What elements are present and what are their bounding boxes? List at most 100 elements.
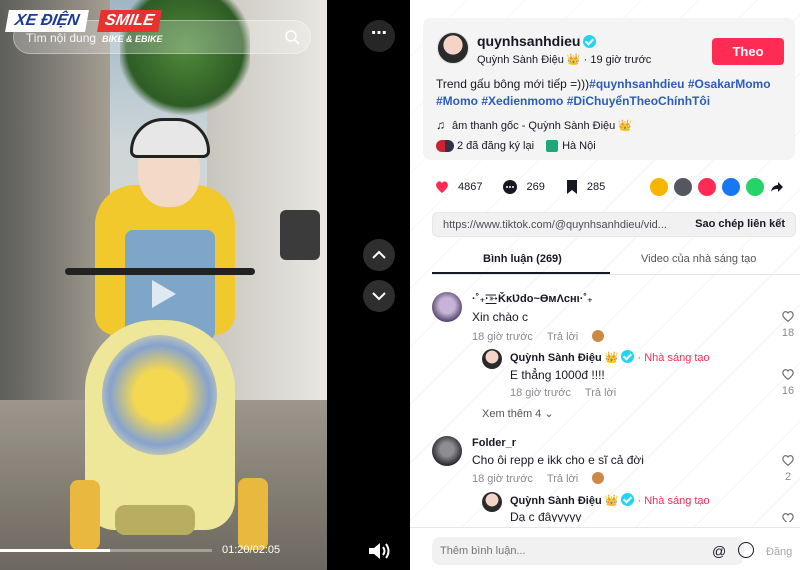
creator-name[interactable]: Quỳnh Sành Điệu 👑 <box>510 352 618 364</box>
video-player[interactable]: XE ĐIỆN SMILE BIKE & EBIKE 01:20/02:05 <box>0 0 327 570</box>
creator-avatar[interactable] <box>482 349 502 369</box>
share-link-url[interactable]: https://www.tiktok.com/@quynhsanhdieu/vi… <box>443 219 667 231</box>
chevron-down-icon <box>372 292 386 301</box>
verified-icon <box>583 35 597 48</box>
previous-video-button[interactable] <box>363 239 395 271</box>
active-tab-indicator <box>432 272 610 274</box>
author-avatar[interactable] <box>437 32 469 64</box>
embed-icon[interactable] <box>674 178 692 196</box>
mention-icon[interactable]: @ <box>712 543 726 559</box>
creator-name[interactable]: Quỳnh Sành Điệu 👑 <box>510 495 618 507</box>
comment-input[interactable] <box>440 543 680 559</box>
creator-reply-like-button[interactable]: 16 <box>778 368 798 397</box>
brand-logo-sub: BIKE & EBIKE <box>102 34 163 44</box>
video-scene-boot-right <box>238 478 268 550</box>
commenter-name[interactable]: Folder_r <box>472 437 516 449</box>
comment-input-box[interactable]: @ <box>432 537 754 565</box>
reply-button[interactable]: Trả lời <box>547 473 578 485</box>
creator-reply-text: Dạ c đâyyyyy <box>510 510 582 522</box>
search-icon[interactable] <box>284 29 300 45</box>
hashtag-link[interactable]: #DiChuyểnTheoChínhTôi <box>567 94 710 108</box>
video-scene-helmet <box>130 118 210 158</box>
creator-reply-meta: 18 giờ trước Trả lời <box>510 387 616 399</box>
share-arrow-icon[interactable] <box>770 180 784 194</box>
copy-link-button[interactable]: Sao chép liên kết <box>695 218 785 230</box>
heart-outline-icon <box>782 311 794 323</box>
creator-reply-text: E thẳng 1000đ !!!! <box>510 368 605 382</box>
like-count: 4867 <box>458 181 483 193</box>
send-icon[interactable] <box>698 178 716 196</box>
content-tabs: Bình luận (269) Video của nhà sáng tạo <box>432 248 800 275</box>
creator-badge: · Nhà sáng tạo <box>637 352 710 364</box>
comment-like-button[interactable]: 2 <box>778 454 798 483</box>
creator-badge: · Nhà sáng tạo <box>637 495 710 507</box>
video-progress-bar[interactable] <box>0 549 212 552</box>
comment-like-count: 2 <box>784 471 792 483</box>
whatsapp-icon[interactable] <box>746 178 764 196</box>
emoji-icon[interactable] <box>738 542 754 558</box>
creator-reply-name[interactable]: Quỳnh Sành Điệu 👑 · Nhà sáng tạo <box>510 350 710 364</box>
tab-comments[interactable]: Bình luận (269) <box>483 253 562 265</box>
meta-row: 2 đã đăng ký lại Hà Nội <box>436 140 596 152</box>
author-handle[interactable]: quynhsanhdieu <box>477 33 597 49</box>
heart-outline-icon <box>782 369 794 381</box>
chevron-down-icon: ⌄ <box>544 408 554 420</box>
comment-list: ·˚₊·͟͟͞͞➳ǨĸƲdo~ƟмΛcнι·˚₊ Xin chào c 18 g… <box>432 286 800 522</box>
save-count: 285 <box>586 181 606 193</box>
location-name[interactable]: Hà Nội <box>562 140 596 152</box>
brand-logo: XE ĐIỆN SMILE BIKE & EBIKE <box>5 8 167 50</box>
commenter-avatar[interactable] <box>432 292 462 322</box>
music-link[interactable]: ♫ âm thanh gốc - Quỳnh Sành Điệu 👑 <box>436 118 632 132</box>
view-more-replies-button[interactable]: Xem thêm 4 ⌄ <box>482 407 554 420</box>
bookmark-icon <box>566 180 577 194</box>
duet-count[interactable]: 2 đã đăng ký lại <box>457 140 534 152</box>
view-more-label[interactable]: Xem thêm 4 <box>482 408 541 420</box>
music-note-icon: ♫ <box>436 118 445 132</box>
comment-meta: 18 giờ trước Trả lời <box>472 472 605 485</box>
creator-avatar[interactable] <box>482 492 502 512</box>
brand-logo-line1: XE ĐIỆN <box>5 10 89 32</box>
creator-reply-like-button[interactable] <box>778 512 798 522</box>
follow-button[interactable]: Theo <box>712 38 784 65</box>
hashtag-link[interactable]: #quynhsanhdieu <box>589 77 684 91</box>
location-icon <box>546 140 559 152</box>
next-video-button[interactable] <box>363 280 395 312</box>
commenter-avatar[interactable] <box>432 436 462 466</box>
verified-icon <box>621 350 635 363</box>
share-icons <box>650 178 784 196</box>
reply-button[interactable]: Trả lời <box>547 331 578 343</box>
comment-like-count: 18 <box>781 327 795 339</box>
comment-button[interactable]: 269 <box>502 179 545 195</box>
comment-like-button[interactable]: 18 <box>778 310 798 339</box>
duet-avatars-icon <box>436 140 454 152</box>
author-handle-text[interactable]: quynhsanhdieu <box>477 33 580 49</box>
tiktok-video-page: XE ĐIỆN SMILE BIKE & EBIKE 01:20/02:05 ⋯… <box>0 0 800 570</box>
hashtag-link[interactable]: #Xedienmomo <box>481 94 563 108</box>
video-time: 01:20/02:05 <box>222 544 281 556</box>
comment-count: 269 <box>526 181 545 193</box>
like-button[interactable]: 4867 <box>434 179 482 195</box>
video-description: Trend gấu bông mới tiếp =)))#quynhsanhdi… <box>436 76 786 110</box>
reply-button[interactable]: Trả lời <box>585 387 616 399</box>
video-pane: XE ĐIỆN SMILE BIKE & EBIKE 01:20/02:05 ⋯ <box>0 0 410 570</box>
creator-reply-time: 18 giờ trước <box>510 387 571 399</box>
comment-meta: 18 giờ trước Trả lời <box>472 330 605 343</box>
creator-reply-like-count: 16 <box>781 385 795 397</box>
volume-icon[interactable] <box>366 540 392 562</box>
tab-creator-videos[interactable]: Video của nhà sáng tạo <box>641 253 756 265</box>
save-button[interactable]: 285 <box>565 179 605 195</box>
post-comment-button[interactable]: Đăng <box>766 546 792 558</box>
facebook-icon[interactable] <box>722 178 740 196</box>
commenter-name[interactable]: ·˚₊·͟͟͞͞➳ǨĸƲdo~ƟмΛcнι·˚₊ <box>472 292 593 305</box>
video-scene-boot-left <box>70 480 100 550</box>
music-title[interactable]: âm thanh gốc - Quỳnh Sành Điệu 👑 <box>452 120 632 132</box>
hashtag-link[interactable]: #Momo <box>436 94 478 108</box>
play-icon[interactable] <box>140 272 184 316</box>
creator-reply-name[interactable]: Quỳnh Sành Điệu 👑 · Nhà sáng tạo <box>510 493 710 507</box>
repost-icon[interactable] <box>650 178 668 196</box>
more-options-button[interactable]: ⋯ <box>363 20 395 52</box>
hashtag-link[interactable]: #OsakarMomo <box>688 77 771 91</box>
verified-icon <box>621 493 635 506</box>
video-scene-motorbike <box>280 210 320 260</box>
brand-logo-line2: SMILE <box>97 10 162 32</box>
